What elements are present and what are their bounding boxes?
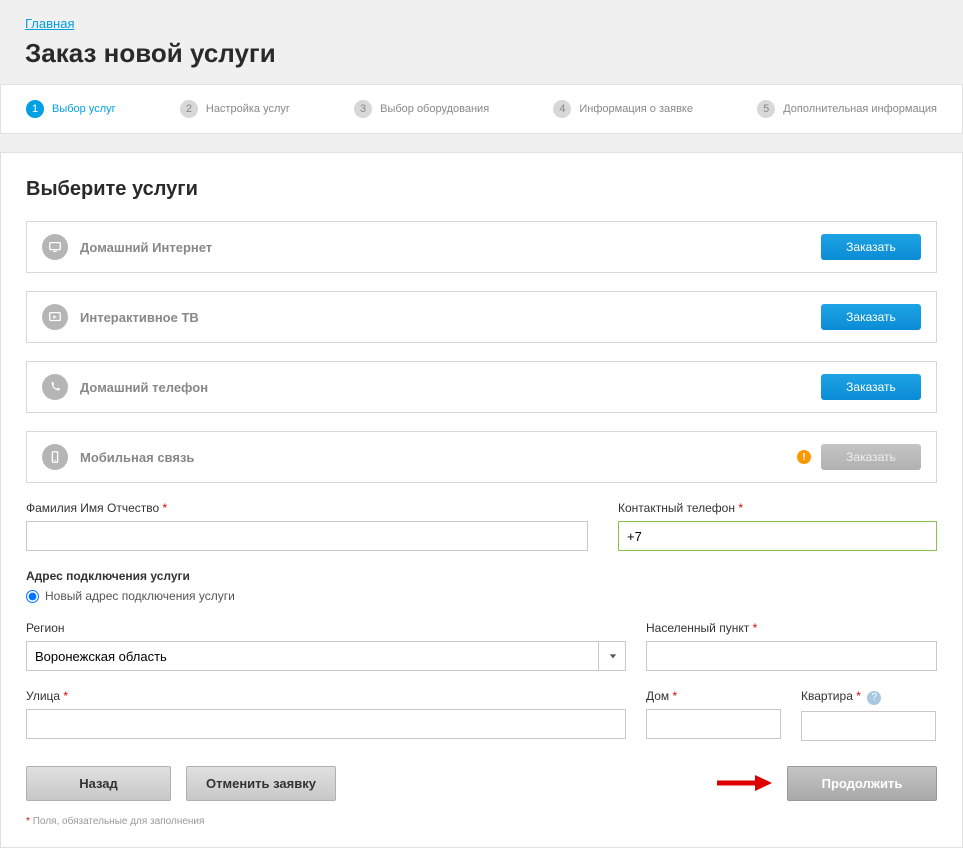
address-section-label: Адрес подключения услуги [26, 569, 937, 583]
phone-label: Контактный телефон * [618, 501, 937, 515]
region-select[interactable] [26, 641, 626, 671]
step-num-5: 5 [757, 100, 775, 118]
service-internet: Домашний Интернет Заказать [26, 221, 937, 273]
continue-button[interactable]: Продолжить [787, 766, 937, 801]
step-label-2: Настройка услуг [206, 103, 290, 115]
step-num-1: 1 [26, 100, 44, 118]
house-input[interactable] [646, 709, 781, 739]
city-input[interactable] [646, 641, 937, 671]
fio-label: Фамилия Имя Отчество * [26, 501, 588, 515]
step-label-1: Выбор услуг [52, 103, 116, 115]
page-title: Заказ новой услуги [25, 38, 938, 69]
order-mobile-button: Заказать [821, 444, 921, 470]
step-label-5: Дополнительная информация [783, 103, 937, 115]
phone-input[interactable] [618, 521, 937, 551]
tv-icon [42, 304, 68, 330]
fio-input[interactable] [26, 521, 588, 551]
help-icon[interactable]: ? [867, 691, 881, 705]
section-title: Выберите услуги [26, 178, 937, 201]
step-num-3: 3 [354, 100, 372, 118]
service-tv: Интерактивное ТВ Заказать [26, 291, 937, 343]
arrow-annotation-icon [717, 774, 772, 792]
service-phone: Домашний телефон Заказать [26, 361, 937, 413]
order-phone-button[interactable]: Заказать [821, 374, 921, 400]
cancel-button[interactable]: Отменить заявку [186, 766, 336, 801]
service-name-tv: Интерактивное ТВ [80, 310, 199, 325]
step-1: 1 Выбор услуг [26, 100, 116, 118]
footnote: * Поля, обязательные для заполнения [26, 816, 937, 827]
back-button[interactable]: Назад [26, 766, 171, 801]
step-label-4: Информация о заявке [579, 103, 693, 115]
service-mobile: Мобильная связь ! Заказать [26, 431, 937, 483]
breadcrumb-home[interactable]: Главная [25, 16, 74, 31]
order-tv-button[interactable]: Заказать [821, 304, 921, 330]
step-3: 3 Выбор оборудования [354, 100, 489, 118]
region-label: Регион [26, 621, 626, 635]
apt-input[interactable] [801, 711, 936, 741]
monitor-icon [42, 234, 68, 260]
order-internet-button[interactable]: Заказать [821, 234, 921, 260]
step-num-4: 4 [553, 100, 571, 118]
step-num-2: 2 [180, 100, 198, 118]
step-label-3: Выбор оборудования [380, 103, 489, 115]
step-4: 4 Информация о заявке [553, 100, 693, 118]
service-name-mobile: Мобильная связь [80, 450, 194, 465]
house-label: Дом * [646, 689, 781, 703]
stepper: 1 Выбор услуг 2 Настройка услуг 3 Выбор … [0, 84, 963, 134]
new-address-radio[interactable] [26, 590, 39, 603]
apt-label: Квартира * ? [801, 689, 936, 705]
street-label: Улица * [26, 689, 626, 703]
service-name-internet: Домашний Интернет [80, 240, 212, 255]
mobile-icon [42, 444, 68, 470]
warning-icon: ! [797, 450, 811, 464]
step-2: 2 Настройка услуг [180, 100, 290, 118]
service-name-phone: Домашний телефон [80, 380, 208, 395]
step-5: 5 Дополнительная информация [757, 100, 937, 118]
new-address-radio-label: Новый адрес подключения услуги [45, 589, 235, 603]
phone-icon [42, 374, 68, 400]
city-label: Населенный пункт * [646, 621, 937, 635]
street-input[interactable] [26, 709, 626, 739]
